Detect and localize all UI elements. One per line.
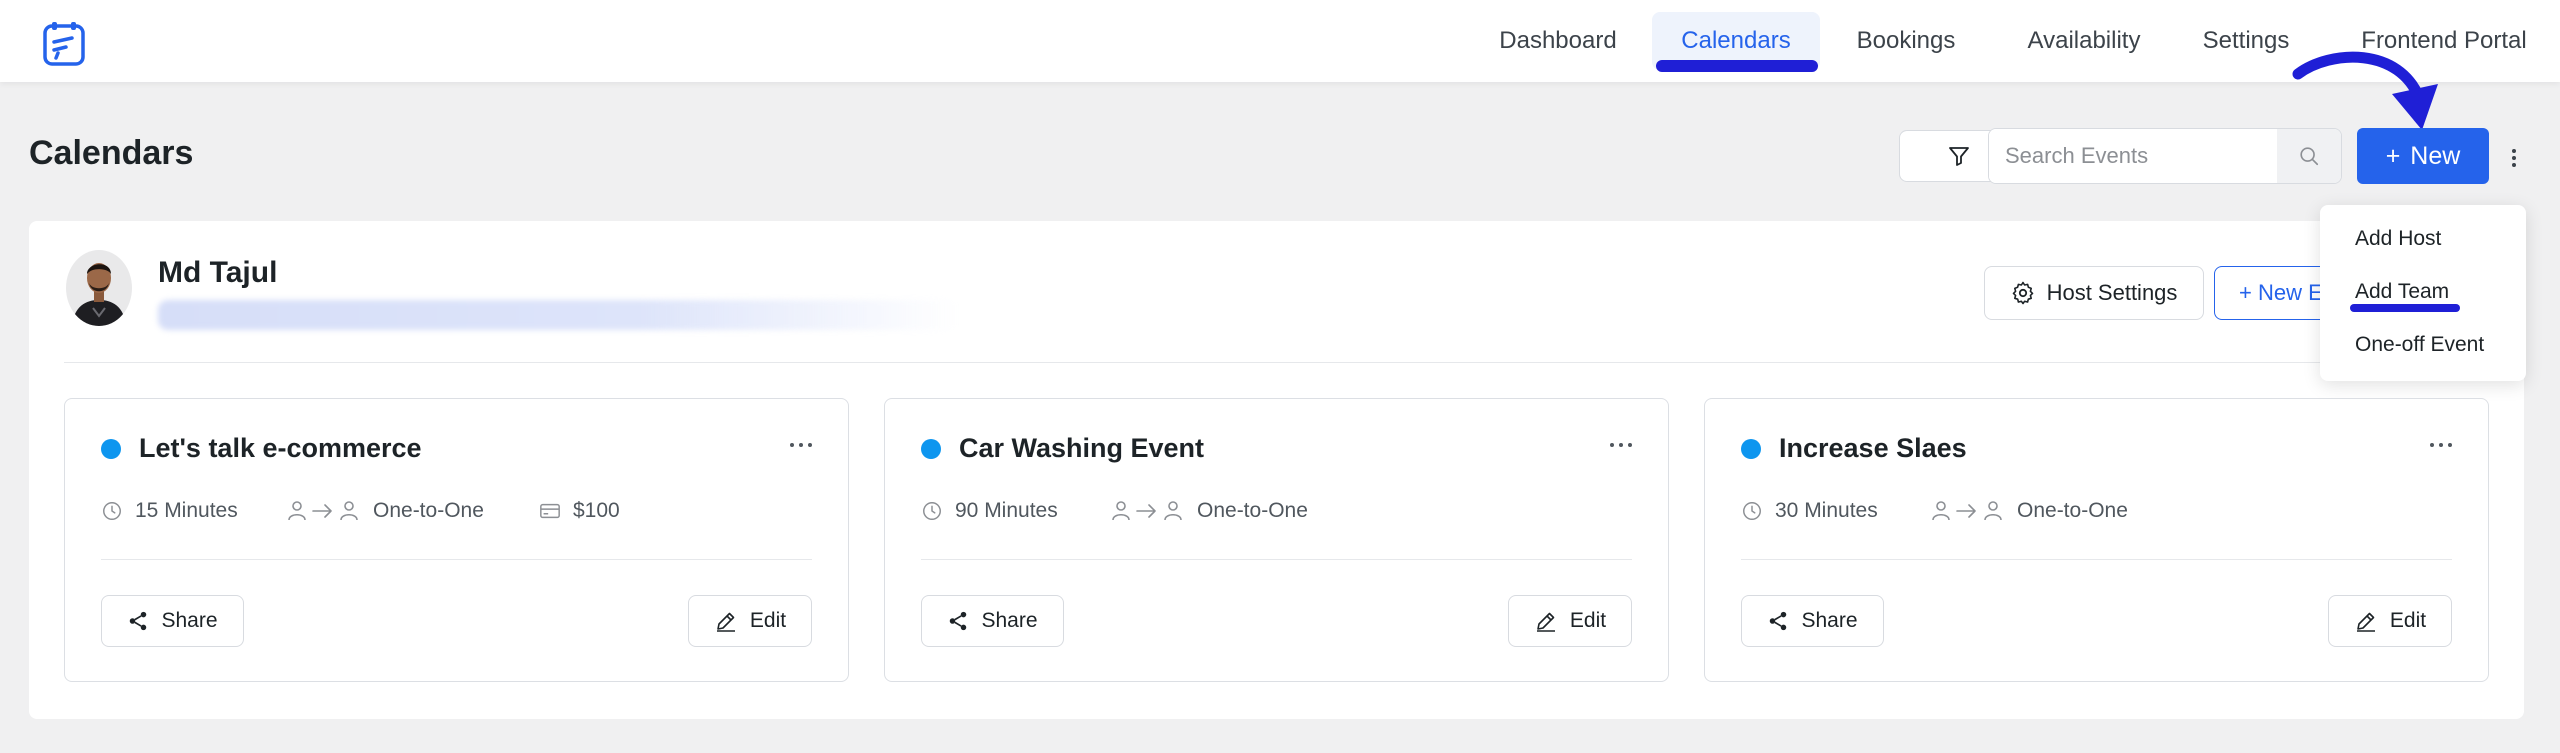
share-label: Share xyxy=(161,609,218,632)
divider xyxy=(101,559,812,560)
annotation-arrow-icon xyxy=(2292,51,2438,130)
new-dropdown-menu: Add Host Add Team One-off Event xyxy=(2320,205,2526,381)
event-duration: 90 Minutes xyxy=(921,495,1058,527)
event-type-label: One-to-One xyxy=(1197,499,1308,522)
menu-item-add-host[interactable]: Add Host xyxy=(2355,227,2441,251)
event-title[interactable]: Let's talk e-commerce xyxy=(139,433,422,464)
event-type-label: One-to-One xyxy=(2017,499,2128,522)
credit-card-icon xyxy=(540,503,560,519)
share-label: Share xyxy=(1801,609,1858,632)
event-status-dot xyxy=(1741,439,1761,459)
nav-item-settings[interactable]: Settings xyxy=(2196,0,2296,82)
one-to-one-icon xyxy=(288,501,358,521)
event-duration-label: 30 Minutes xyxy=(1775,499,1878,522)
page-title: Calendars xyxy=(29,134,194,172)
search-box xyxy=(1988,128,2342,184)
edit-button[interactable]: Edit xyxy=(1508,595,1632,647)
one-to-one-icon xyxy=(1112,501,1182,521)
edit-button[interactable]: Edit xyxy=(2328,595,2452,647)
event-title[interactable]: Car Washing Event xyxy=(959,433,1204,464)
edit-label: Edit xyxy=(2389,609,2427,632)
event-status-dot xyxy=(921,439,941,459)
host-settings-button[interactable]: Host Settings xyxy=(1984,266,2204,320)
search-input[interactable] xyxy=(1989,129,2279,183)
new-button[interactable]: + New xyxy=(2357,128,2489,184)
divider xyxy=(921,559,1632,560)
search-button[interactable] xyxy=(2277,129,2341,183)
more-options-icon[interactable] xyxy=(2430,435,2452,455)
event-duration: 30 Minutes xyxy=(1741,495,1878,527)
divider xyxy=(1741,559,2452,560)
share-icon xyxy=(950,611,967,631)
annotation-underline xyxy=(2350,304,2460,312)
clock-icon xyxy=(923,502,941,520)
event-status-dot xyxy=(101,439,121,459)
edit-icon xyxy=(2356,612,2375,632)
event-price: $100 xyxy=(539,495,620,527)
avatar xyxy=(66,250,132,326)
share-button[interactable]: Share xyxy=(101,595,244,647)
clock-icon xyxy=(1743,502,1761,520)
host-settings-label: Host Settings xyxy=(2046,280,2178,305)
event-type: One-to-One xyxy=(1111,495,1308,527)
more-options-icon[interactable] xyxy=(2506,144,2522,172)
host-name: Md Tajul xyxy=(158,256,278,289)
more-options-icon[interactable] xyxy=(790,435,812,455)
edit-icon xyxy=(716,612,735,632)
redacted-host-email xyxy=(158,300,958,330)
divider xyxy=(64,362,2490,363)
event-title[interactable]: Increase Slaes xyxy=(1779,433,1967,464)
one-to-one-icon xyxy=(1932,501,2002,521)
event-card: Car Washing Event 90 Minutes One-to-One … xyxy=(884,398,1669,682)
new-button-label: New xyxy=(2410,141,2461,170)
more-options-icon[interactable] xyxy=(1610,435,1632,455)
event-duration-label: 90 Minutes xyxy=(955,499,1058,522)
share-button[interactable]: Share xyxy=(1741,595,1884,647)
event-type: One-to-One xyxy=(287,495,484,527)
edit-button[interactable]: Edit xyxy=(688,595,812,647)
event-card: Let's talk e-commerce 15 Minutes One-to-… xyxy=(64,398,849,682)
menu-item-add-team[interactable]: Add Team xyxy=(2355,280,2449,304)
share-button[interactable]: Share xyxy=(921,595,1064,647)
gear-icon xyxy=(2012,281,2033,305)
top-navigation-bar: Dashboard Calendars Bookings Availabilit… xyxy=(0,0,2560,82)
event-price-label: $100 xyxy=(573,499,620,522)
annotation-underline xyxy=(1656,60,1818,72)
nav-item-bookings[interactable]: Bookings xyxy=(1850,0,1962,82)
menu-item-one-off-event[interactable]: One-off Event xyxy=(2355,333,2484,357)
event-type: One-to-One xyxy=(1931,495,2128,527)
search-icon xyxy=(2300,147,2319,166)
share-label: Share xyxy=(981,609,1038,632)
event-duration-label: 15 Minutes xyxy=(135,499,238,522)
filter-icon xyxy=(1949,147,1969,166)
clock-icon xyxy=(103,502,121,520)
nav-item-availability[interactable]: Availability xyxy=(2014,0,2154,82)
plus-icon: + xyxy=(2385,141,2401,170)
event-card: Increase Slaes 30 Minutes One-to-One Sha… xyxy=(1704,398,2489,682)
share-icon xyxy=(1770,611,1787,631)
app-logo-icon[interactable] xyxy=(42,20,90,68)
edit-label: Edit xyxy=(749,609,787,632)
event-duration: 15 Minutes xyxy=(101,495,238,527)
share-icon xyxy=(130,611,147,631)
edit-icon xyxy=(1536,612,1555,632)
nav-item-dashboard[interactable]: Dashboard xyxy=(1496,0,1620,82)
edit-label: Edit xyxy=(1569,609,1607,632)
event-type-label: One-to-One xyxy=(373,499,484,522)
